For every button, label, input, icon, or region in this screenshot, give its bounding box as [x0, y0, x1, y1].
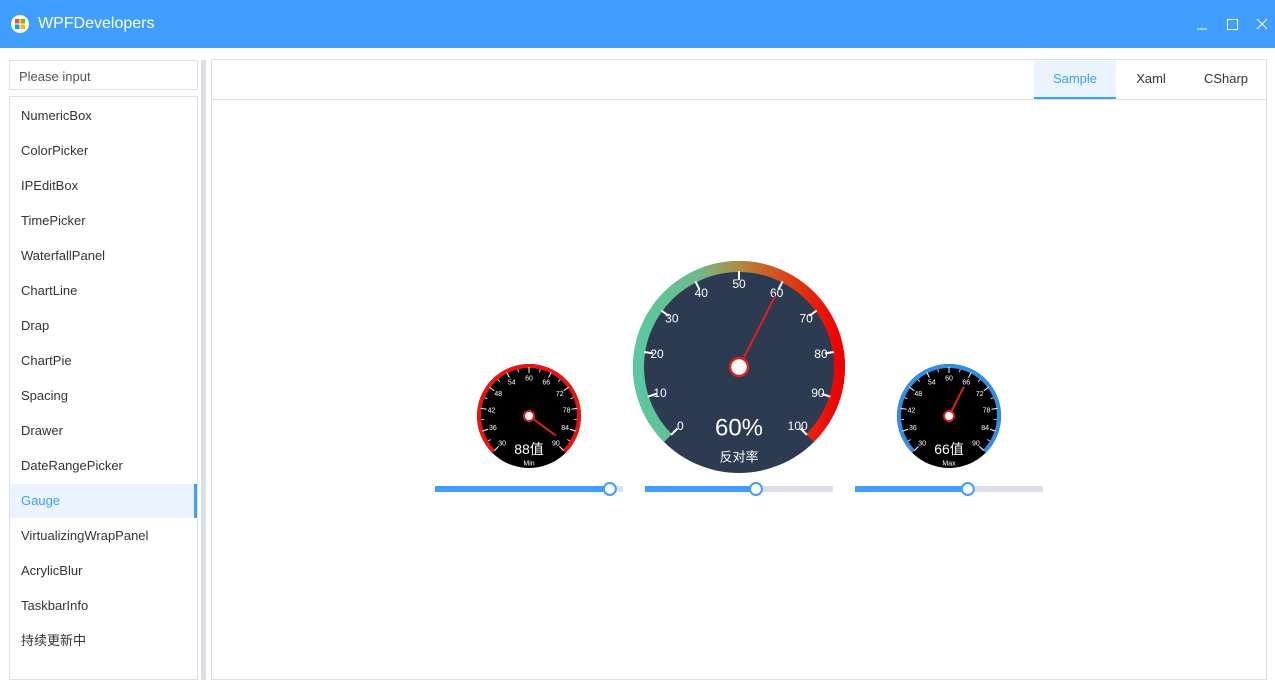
- gauge-tick-label: 54: [508, 380, 516, 387]
- gauge-hub: [943, 410, 955, 422]
- gauge-tick-label: 10: [653, 386, 667, 400]
- slider-thumb[interactable]: [748, 482, 763, 496]
- gauge-tick-label: 100: [788, 419, 808, 433]
- gauge-tick-label: 60: [945, 375, 953, 382]
- slider-fill: [855, 486, 968, 492]
- gauge-tick-label: 78: [983, 408, 991, 415]
- gauge-tick-label: 84: [561, 425, 569, 432]
- gauge-tick-label: 78: [563, 408, 571, 415]
- gauge-tick-label: 50: [732, 277, 746, 291]
- gauge-value-text: 60%: [715, 414, 763, 441]
- gauge-hub: [728, 356, 750, 378]
- gauge-tick-label: 84: [981, 425, 989, 432]
- gauge-value-text: 66值: [934, 441, 964, 457]
- gauge-tick-label: 54: [928, 380, 936, 387]
- gauge-tick-label: 48: [494, 391, 502, 398]
- gauge-tick-label: 90: [552, 440, 560, 447]
- slider-fill: [435, 486, 610, 492]
- gauge-tick-label: 40: [695, 286, 709, 300]
- gauge-tick-label: 66: [962, 380, 970, 387]
- gauge-tick-label: 90: [811, 386, 825, 400]
- slider-thumb[interactable]: [960, 482, 975, 496]
- gauge-slider-center[interactable]: [645, 482, 833, 496]
- gauge-tick-label: 30: [498, 440, 506, 447]
- gauge-sub-text: 反对率: [719, 450, 758, 465]
- gauge-sub-text: Min: [523, 460, 534, 467]
- gauge-hub: [523, 410, 535, 422]
- gauge-value-text: 88值: [514, 441, 544, 457]
- gauge-tick-label: 66: [542, 380, 550, 387]
- gauge-tick-label: 0: [677, 419, 684, 433]
- gauge-tick-label: 60: [525, 375, 533, 382]
- gauge-area: 30 36 42 48 54 60 66 72 78 84 90 88值 Min 0 10 20 30 40 50 6…: [435, 261, 1043, 496]
- gauge-right: 30 36 42 48 54 60 66 72 78 84 90 66值 Max: [897, 364, 1001, 468]
- gauge-center: 0 10 20 30 40 50 60 70 80 90 100 60% 反对率: [633, 261, 845, 473]
- gauge-tick-label: 72: [556, 391, 564, 398]
- gauge-tick-label: 70: [799, 311, 813, 325]
- gauge-tick-label: 72: [976, 391, 984, 398]
- gauge-left: 30 36 42 48 54 60 66 72 78 84 90 88值 Min: [477, 364, 581, 468]
- slider-fill: [645, 486, 756, 492]
- gauge-tick-label: 20: [650, 347, 664, 361]
- gauge-sub-text: Max: [942, 460, 956, 467]
- gauge-tick-label: 80: [814, 347, 828, 361]
- slider-thumb[interactable]: [602, 482, 617, 496]
- gauge-tick-label: 48: [914, 391, 922, 398]
- gauge-slider-right[interactable]: [855, 482, 1043, 496]
- gauge-tick-label: 30: [665, 311, 679, 325]
- gauge-tick-label: 42: [488, 408, 496, 415]
- gauge-tick-label: 60: [770, 286, 784, 300]
- gauge-tick-label: 90: [972, 440, 980, 447]
- gauge-tick-label: 30: [918, 440, 926, 447]
- gauge-tick-label: 36: [489, 425, 497, 432]
- gauge-slider-left[interactable]: [435, 482, 623, 496]
- gauge-tick-label: 42: [908, 408, 916, 415]
- gauge-tick-label: 36: [909, 425, 917, 432]
